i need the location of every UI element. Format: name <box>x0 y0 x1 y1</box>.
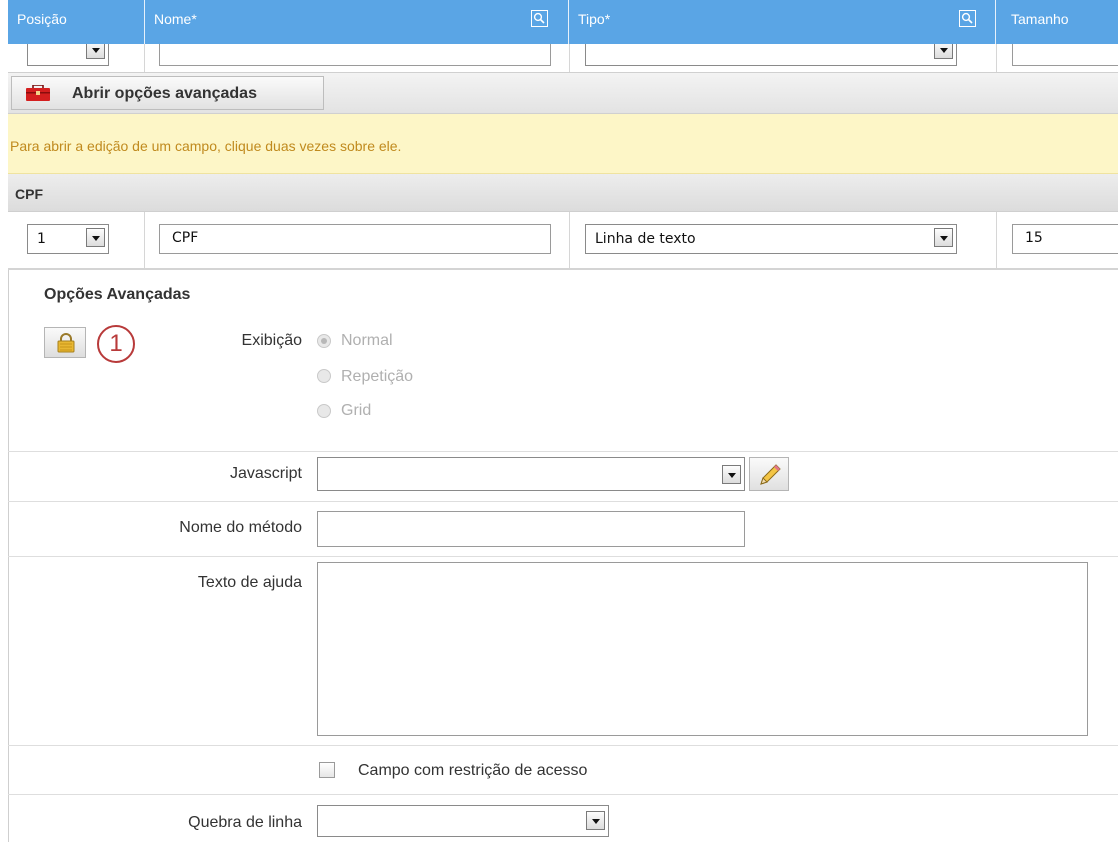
header-position-label: Posição <box>17 11 67 27</box>
search-icon[interactable] <box>959 10 976 27</box>
line-break-select[interactable] <box>317 805 609 837</box>
toolbox-icon <box>26 84 50 104</box>
search-icon[interactable] <box>531 10 548 27</box>
header-name: Nome* <box>145 0 569 44</box>
chevron-down-icon[interactable] <box>86 228 105 247</box>
step-number-badge: 1 <box>97 325 135 363</box>
open-advanced-options-label: Abrir opções avançadas <box>72 85 257 102</box>
lock-button[interactable] <box>44 327 86 358</box>
table-header: Posição Nome* Tipo* Tamanho <box>8 0 1118 44</box>
table-row: 1 CPF Linha de texto 15 <box>8 212 1118 270</box>
chevron-down-icon[interactable] <box>934 44 953 59</box>
chevron-down-icon[interactable] <box>586 811 605 830</box>
header-name-label: Nome* <box>154 11 197 27</box>
display-label: Exibição <box>241 332 302 349</box>
restricted-access-label: Campo com restrição de acesso <box>358 762 588 779</box>
line-break-label: Quebra de linha <box>188 814 302 831</box>
help-text-textarea[interactable] <box>317 562 1088 736</box>
edit-javascript-button[interactable] <box>749 457 789 491</box>
lock-icon <box>57 333 75 356</box>
name-input-partial[interactable] <box>159 44 551 66</box>
method-name-label: Nome do método <box>179 519 302 536</box>
open-advanced-options-button[interactable]: Abrir opções avançadas <box>11 76 324 110</box>
size-input-partial[interactable] <box>1012 44 1118 66</box>
name-input[interactable]: CPF <box>159 224 551 254</box>
position-select[interactable]: 1 <box>27 224 109 254</box>
chevron-down-icon[interactable] <box>86 44 105 59</box>
chevron-down-icon[interactable] <box>722 465 741 484</box>
restricted-access-checkbox[interactable] <box>319 762 335 778</box>
field-section-header[interactable]: CPF <box>8 174 1118 212</box>
display-option-normal-label: Normal <box>341 332 393 349</box>
chevron-down-icon[interactable] <box>934 228 953 247</box>
display-option-grid-label: Grid <box>341 402 372 419</box>
size-input[interactable]: 15 <box>1012 224 1118 254</box>
header-size: Tamanho <box>996 0 1118 44</box>
name-input-value: CPF <box>172 230 199 246</box>
display-radio-repeticao[interactable] <box>317 369 331 383</box>
display-radio-grid[interactable] <box>317 404 331 418</box>
type-select-value: Linha de texto <box>595 231 696 247</box>
javascript-label: Javascript <box>229 465 302 482</box>
pencil-icon <box>758 463 782 490</box>
display-option-repeticao-label: Repetição <box>341 368 414 385</box>
step-number-text: 1 <box>109 330 123 357</box>
method-name-input[interactable] <box>317 511 745 547</box>
type-select[interactable]: Linha de texto <box>585 224 957 254</box>
header-type-label: Tipo* <box>578 11 611 27</box>
advanced-options-title: Opções Avançadas <box>44 286 191 303</box>
info-notice: Para abrir a edição de um campo, clique … <box>8 114 1118 174</box>
table-row-partial <box>8 44 1118 72</box>
info-notice-text: Para abrir a edição de um campo, clique … <box>10 138 402 154</box>
type-select-partial[interactable] <box>585 44 957 66</box>
header-size-label: Tamanho <box>1011 11 1069 27</box>
display-radio-normal[interactable] <box>317 334 331 348</box>
toolbar: Abrir opções avançadas <box>8 72 1118 114</box>
header-position: Posição <box>8 0 145 44</box>
javascript-select[interactable] <box>317 457 745 491</box>
header-type: Tipo* <box>569 0 996 44</box>
position-select-partial[interactable] <box>27 44 109 66</box>
help-text-label: Texto de ajuda <box>197 574 302 591</box>
size-input-value: 15 <box>1025 230 1043 246</box>
position-select-value: 1 <box>37 231 46 247</box>
field-section-title: CPF <box>15 186 43 202</box>
